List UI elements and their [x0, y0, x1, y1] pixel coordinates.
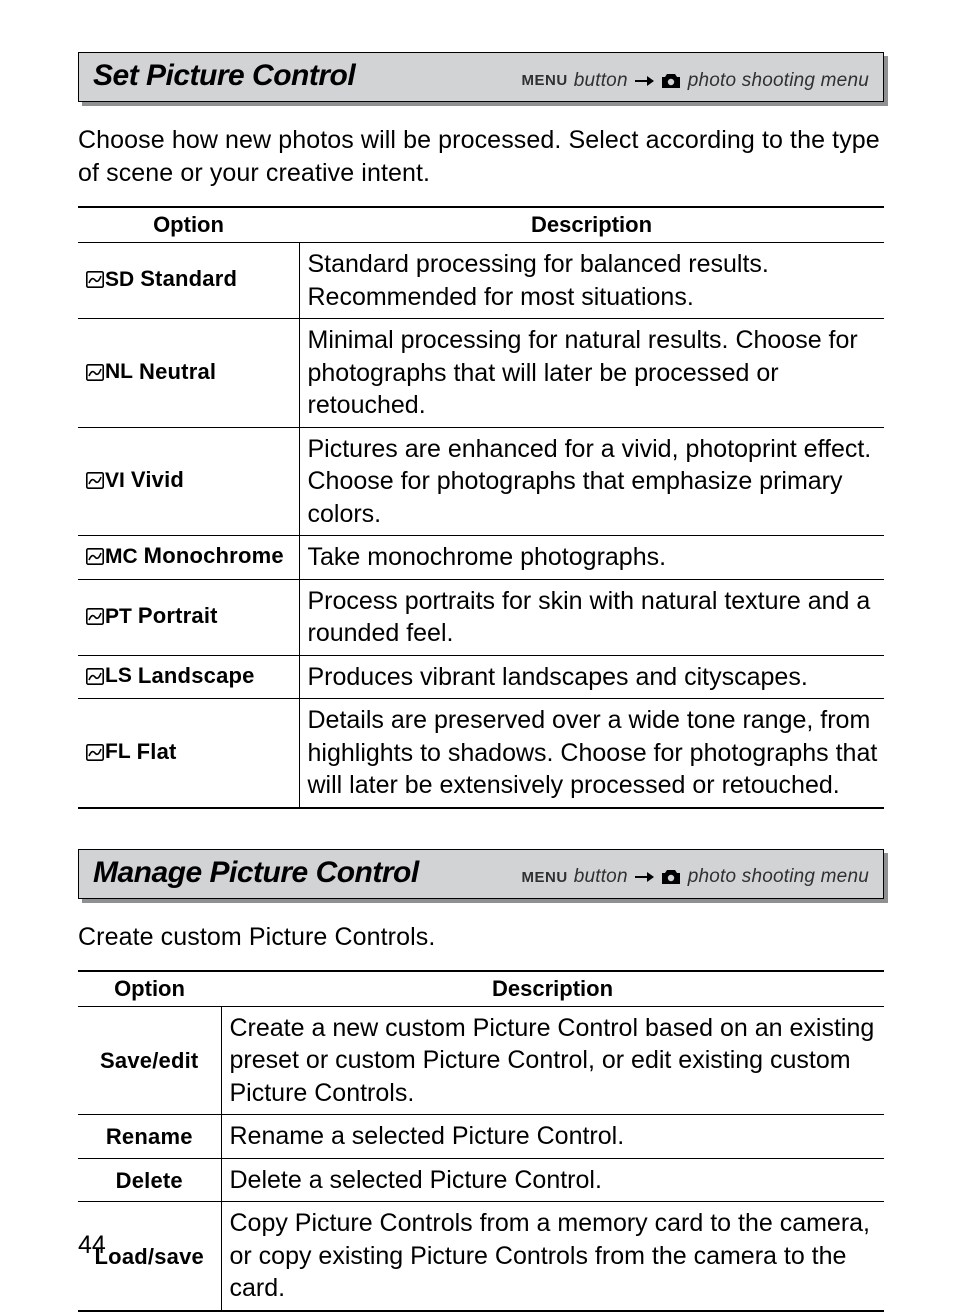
picture-control-icon: LS [86, 662, 132, 689]
option-code: MC [105, 543, 138, 570]
option-cell: Delete [78, 1158, 221, 1202]
picture-control-icon: PT [86, 603, 132, 630]
option-cell: FLFlat [78, 699, 299, 808]
table-row: Rename Rename a selected Picture Control. [78, 1115, 884, 1159]
option-cell: PTPortrait [78, 579, 299, 655]
option-label: Save/edit [100, 1048, 198, 1073]
table-row: VIVividPictures are enhanced for a vivid… [78, 427, 884, 536]
section-intro: Choose how new photos will be processed.… [78, 124, 884, 190]
table-row: FLFlatDetails are preserved over a wide … [78, 699, 884, 808]
description-cell: Produces vibrant landscapes and cityscap… [299, 655, 884, 699]
menu-destination: photo shooting menu [688, 70, 869, 92]
picture-control-icon: SD [86, 266, 134, 293]
section-header-set-picture-control: Set Picture Control MENU button photo sh… [78, 52, 884, 102]
description-cell: Process portraits for skin with natural … [299, 579, 884, 655]
table-row: SDStandardStandard processing for balanc… [78, 243, 884, 319]
column-header-option: Option [78, 207, 299, 243]
section-header-manage-picture-control: Manage Picture Control MENU button photo… [78, 849, 884, 899]
arrow-right-icon [634, 75, 654, 87]
description-cell: Copy Picture Controls from a memory card… [221, 1202, 884, 1311]
table-row: Load/save Copy Picture Controls from a me… [78, 1202, 884, 1311]
table-row: Delete Delete a selected Picture Control. [78, 1158, 884, 1202]
option-code: LS [105, 662, 132, 689]
menu-path: MENU button photo shooting menu [522, 866, 869, 888]
page-number: 44 [78, 1231, 106, 1260]
picture-control-icon: VI [86, 467, 125, 494]
option-label: Monochrome [144, 542, 284, 571]
option-label: Load/save [95, 1244, 204, 1269]
description-cell: Standard processing for balanced results… [299, 243, 884, 319]
menu-button-label: MENU [522, 72, 568, 89]
picture-control-icon: FL [86, 738, 131, 765]
table-row: PTPortraitProcess portraits for skin wit… [78, 579, 884, 655]
description-cell: Create a new custom Picture Control base… [221, 1006, 884, 1115]
option-cell: VIVivid [78, 427, 299, 536]
description-cell: Take monochrome photographs. [299, 536, 884, 580]
option-label: Rename [106, 1124, 193, 1149]
option-code: FL [105, 738, 131, 765]
option-label: Flat [137, 738, 177, 767]
table-row: NLNeutralMinimal processing for natural … [78, 319, 884, 428]
menu-button-label: MENU [522, 869, 568, 886]
menu-destination: photo shooting menu [688, 866, 869, 888]
option-label: Portrait [138, 602, 218, 631]
option-code: NL [105, 358, 133, 385]
picture-control-options-table: Option Description SDStandardStandard pr… [78, 206, 884, 809]
table-row: MCMonochromeTake monochrome photographs. [78, 536, 884, 580]
arrow-right-icon [634, 871, 654, 883]
description-cell: Rename a selected Picture Control. [221, 1115, 884, 1159]
picture-control-icon: NL [86, 358, 133, 385]
column-header-description: Description [221, 971, 884, 1007]
table-row: LSLandscapeProduces vibrant landscapes a… [78, 655, 884, 699]
option-cell: SDStandard [78, 243, 299, 319]
description-cell: Pictures are enhanced for a vivid, photo… [299, 427, 884, 536]
picture-control-icon: MC [86, 543, 138, 570]
column-header-description: Description [299, 207, 884, 243]
option-label: Landscape [138, 662, 255, 691]
description-cell: Minimal processing for natural results. … [299, 319, 884, 428]
option-cell: LSLandscape [78, 655, 299, 699]
option-label: Delete [116, 1168, 183, 1193]
manage-picture-control-table: Option Description Save/edit Create a new… [78, 970, 884, 1312]
camera-icon [660, 869, 682, 885]
option-label: Standard [140, 265, 237, 294]
menu-path: MENU button photo shooting menu [522, 70, 869, 92]
description-cell: Details are preserved over a wide tone r… [299, 699, 884, 808]
option-label: Vivid [131, 466, 184, 495]
option-label: Neutral [139, 358, 216, 387]
column-header-option: Option [78, 971, 221, 1007]
option-cell: MCMonochrome [78, 536, 299, 580]
button-word: button [574, 866, 628, 888]
section-title: Set Picture Control [93, 59, 355, 93]
option-cell: NLNeutral [78, 319, 299, 428]
option-code: SD [105, 266, 134, 293]
section-title: Manage Picture Control [93, 856, 419, 890]
section-intro: Create custom Picture Controls. [78, 921, 884, 954]
option-cell: Save/edit [78, 1006, 221, 1115]
option-cell: Rename [78, 1115, 221, 1159]
description-cell: Delete a selected Picture Control. [221, 1158, 884, 1202]
button-word: button [574, 70, 628, 92]
option-code: VI [105, 467, 125, 494]
option-code: PT [105, 603, 132, 630]
camera-icon [660, 73, 682, 89]
table-row: Save/edit Create a new custom Picture Con… [78, 1006, 884, 1115]
